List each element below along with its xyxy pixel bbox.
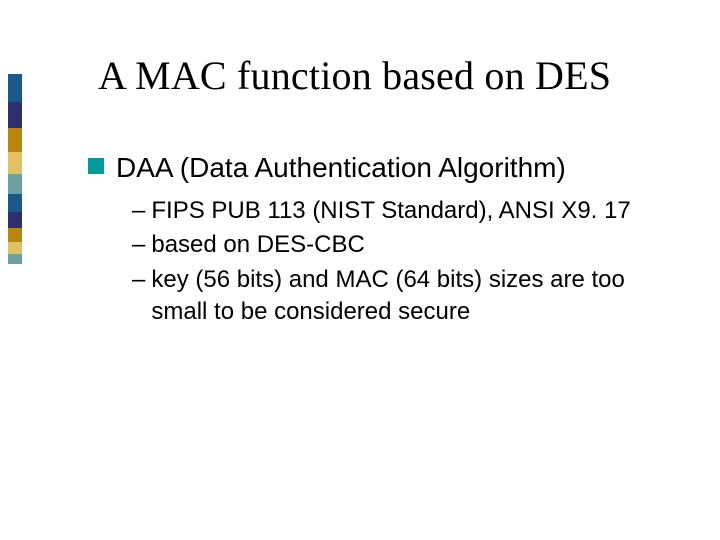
slide-title: A MAC function based on DES: [98, 54, 611, 98]
bullet-level1-text: DAA (Data Authentication Algorithm): [116, 150, 566, 185]
bullet-level2: – key (56 bits) and MAC (64 bits) sizes …: [132, 264, 668, 329]
dash-bullet-icon: –: [132, 229, 145, 261]
bullet-level2: – FIPS PUB 113 (NIST Standard), ANSI X9.…: [132, 195, 668, 227]
accent-stripe: [8, 74, 22, 264]
accent-segment: [8, 174, 22, 194]
accent-segment: [8, 128, 22, 152]
bullet-level2-text: based on DES-CBC: [151, 229, 364, 261]
accent-segment: [8, 212, 22, 228]
dash-bullet-icon: –: [132, 264, 145, 296]
slide: A MAC function based on DES DAA (Data Au…: [0, 0, 720, 540]
accent-segment: [8, 74, 22, 102]
square-bullet-icon: [88, 158, 104, 174]
accent-segment: [8, 254, 22, 264]
bullet-level2-text: key (56 bits) and MAC (64 bits) sizes ar…: [151, 264, 668, 329]
accent-segment: [8, 152, 22, 174]
accent-segment: [8, 102, 22, 128]
bullet-level2-text: FIPS PUB 113 (NIST Standard), ANSI X9. 1…: [151, 195, 630, 227]
accent-segment: [8, 228, 22, 242]
accent-segment: [8, 194, 22, 212]
bullet-level2: – based on DES-CBC: [132, 229, 668, 261]
accent-segment: [8, 242, 22, 254]
bullet-level1: DAA (Data Authentication Algorithm): [88, 150, 668, 185]
slide-body: DAA (Data Authentication Algorithm) – FI…: [88, 150, 668, 331]
dash-bullet-icon: –: [132, 195, 145, 227]
sub-bullet-group: – FIPS PUB 113 (NIST Standard), ANSI X9.…: [132, 195, 668, 329]
